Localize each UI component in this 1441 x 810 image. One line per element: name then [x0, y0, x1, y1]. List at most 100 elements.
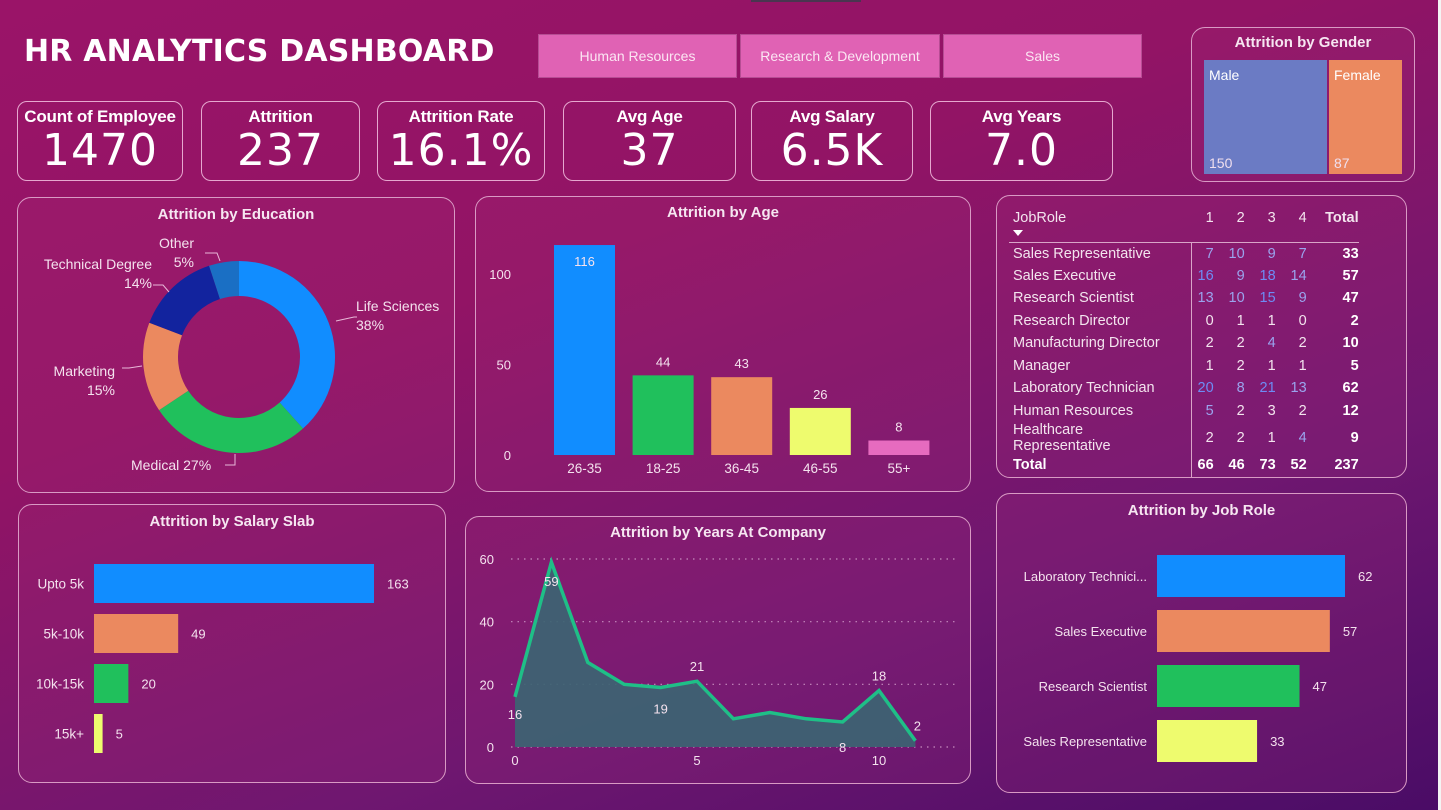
donut-percent-label: 38% [356, 317, 384, 333]
matrix-cell: 2 [1236, 335, 1245, 352]
matrix-row[interactable]: Research Director 0 1 1 0 2 [1009, 309, 1359, 332]
leader-line [153, 284, 170, 293]
kpi-card-avg-age: Avg Age 37 [563, 101, 736, 181]
bar-value-label: 47 [1313, 679, 1327, 694]
bar-26-35[interactable] [554, 245, 615, 455]
donut-slice-medical[interactable] [159, 390, 304, 454]
donut-percent-label: 14% [124, 275, 152, 291]
donut-slice-life-sciences[interactable] [239, 261, 335, 429]
matrix-row[interactable]: Laboratory Technician 20 8 21 13 62 [1009, 377, 1359, 400]
point-value-label: 19 [653, 701, 667, 716]
matrix-row[interactable]: Research Scientist 13 10 15 9 47 [1009, 287, 1359, 310]
bar-36-45[interactable] [711, 377, 773, 455]
kpi-card-avg-years: Avg Years 7.0 [930, 101, 1113, 181]
point-value-label: 8 [839, 740, 846, 755]
matrix-column-header[interactable]: 1 [1191, 208, 1214, 242]
matrix-row-label: Research Scientist [1009, 287, 1192, 310]
dashboard-title: HR ANALYTICS DASHBOARD [24, 34, 495, 69]
y-tick-label: 0 [504, 448, 511, 463]
data-point[interactable] [912, 738, 918, 744]
data-point[interactable] [658, 684, 664, 690]
data-point[interactable] [512, 694, 518, 700]
bar-18-25[interactable] [632, 375, 694, 455]
sort-descending-icon[interactable] [1013, 230, 1023, 236]
bar-value-label: 8 [895, 420, 902, 435]
kpi-card-attrition-rate: Attrition Rate 16.1% [377, 101, 545, 181]
jobrole-matrix: JobRole 1 2 3 4 Total Sales Representati… [1009, 208, 1394, 477]
bar-46-55[interactable] [789, 407, 851, 455]
category-label: 10k-15k [36, 677, 84, 692]
leader-line [205, 252, 221, 262]
kpi-value: 237 [237, 125, 324, 176]
y-tick-label: 0 [487, 740, 494, 755]
bar-value-label: 43 [734, 356, 748, 371]
matrix-row[interactable]: Sales Executive 16 9 18 14 57 [1009, 264, 1359, 287]
bar-research-scientist[interactable] [1157, 665, 1300, 707]
matrix-cell: 4 [1267, 335, 1276, 352]
data-point[interactable] [585, 659, 591, 665]
data-point[interactable] [767, 710, 773, 716]
data-point[interactable] [621, 681, 627, 687]
data-point[interactable] [548, 559, 554, 565]
bar-5k-10k[interactable] [94, 614, 179, 653]
y-tick-label: 60 [480, 552, 494, 567]
data-point[interactable] [876, 688, 882, 694]
matrix-row[interactable]: Sales Representative 7 10 9 7 33 [1009, 242, 1359, 265]
matrix-cell: 13 [1197, 290, 1214, 307]
matrix-header-jobrole[interactable]: JobRole [1009, 208, 1191, 242]
bar-sales-executive[interactable] [1157, 610, 1330, 652]
data-point[interactable] [803, 716, 809, 722]
matrix-row[interactable]: Human Resources 5 2 3 2 12 [1009, 399, 1359, 422]
y-tick-label: 50 [497, 358, 511, 373]
bar-55+[interactable] [868, 440, 930, 455]
matrix-row-label: Healthcare Representative [1009, 422, 1192, 454]
category-label: Research Scientist [1039, 679, 1148, 694]
treemap-tile-male[interactable]: Male 150 [1204, 60, 1327, 174]
y-tick-label: 40 [480, 615, 494, 630]
education-donut-chart: Life Sciences 38% Medical 27% Marketing 15% T… [44, 235, 439, 473]
tile-value: 87 [1334, 155, 1350, 171]
matrix-row-total: 57 [1342, 267, 1359, 284]
bar-value-label: 5 [116, 727, 123, 742]
x-tick-label: 55+ [887, 461, 910, 476]
bar-upto-5k[interactable] [94, 564, 374, 603]
bar-laboratory-technici-[interactable] [1157, 555, 1345, 597]
matrix-column-header[interactable]: 3 [1245, 208, 1276, 242]
kpi-value: 1470 [42, 125, 158, 176]
matrix-column-header-total[interactable]: Total [1307, 208, 1359, 242]
matrix-cell: 7 [1298, 245, 1307, 262]
bar-sales-representative[interactable] [1157, 720, 1258, 762]
bar-10k-15k[interactable] [94, 664, 129, 703]
x-tick-label: 36-45 [724, 461, 759, 476]
bar-value-label: 33 [1270, 734, 1284, 749]
matrix-total-row: Total 66 46 73 52 237 [1009, 454, 1359, 477]
jobrole-bar-chart: Laboratory Technici... Sales Executive Res… [1023, 555, 1372, 762]
kpi-card-attrition: Attrition 237 [201, 101, 360, 181]
x-tick-label: 10 [872, 753, 886, 768]
top-edge-mark [751, 0, 861, 2]
matrix-row[interactable]: Healthcare Representative 2 2 1 4 9 [1009, 422, 1359, 454]
years-area-fill [515, 562, 916, 747]
matrix-column-header[interactable]: 4 [1276, 208, 1307, 242]
treemap-tile-female[interactable]: Female 87 [1329, 60, 1402, 174]
matrix-cell: 9 [1298, 290, 1307, 307]
data-point[interactable] [730, 716, 736, 722]
matrix-row[interactable]: Manager 1 2 1 1 5 [1009, 354, 1359, 377]
tile-label: Male [1209, 67, 1240, 83]
data-point[interactable] [694, 678, 700, 684]
filter-sales-button[interactable]: Sales [943, 34, 1142, 78]
bar-15k-[interactable] [94, 714, 103, 753]
matrix-column-total: 66 [1197, 457, 1214, 474]
matrix-column-header[interactable]: 2 [1214, 208, 1245, 242]
matrix-row[interactable]: Manufacturing Director 2 2 4 2 10 [1009, 332, 1359, 355]
donut-category-label: Technical Degree [44, 256, 152, 272]
category-label: 15k+ [54, 727, 84, 742]
point-value-label: 16 [508, 707, 522, 722]
bar-value-label: 20 [141, 677, 155, 692]
gender-chart-title: Attrition by Gender [1234, 34, 1372, 51]
matrix-cell: 2 [1236, 402, 1245, 419]
data-point[interactable] [840, 719, 846, 725]
filter-research-development-button[interactable]: Research & Development [740, 34, 940, 78]
donut-slice-technical-degree[interactable] [149, 265, 220, 336]
filter-human-resources-button[interactable]: Human Resources [538, 34, 737, 78]
